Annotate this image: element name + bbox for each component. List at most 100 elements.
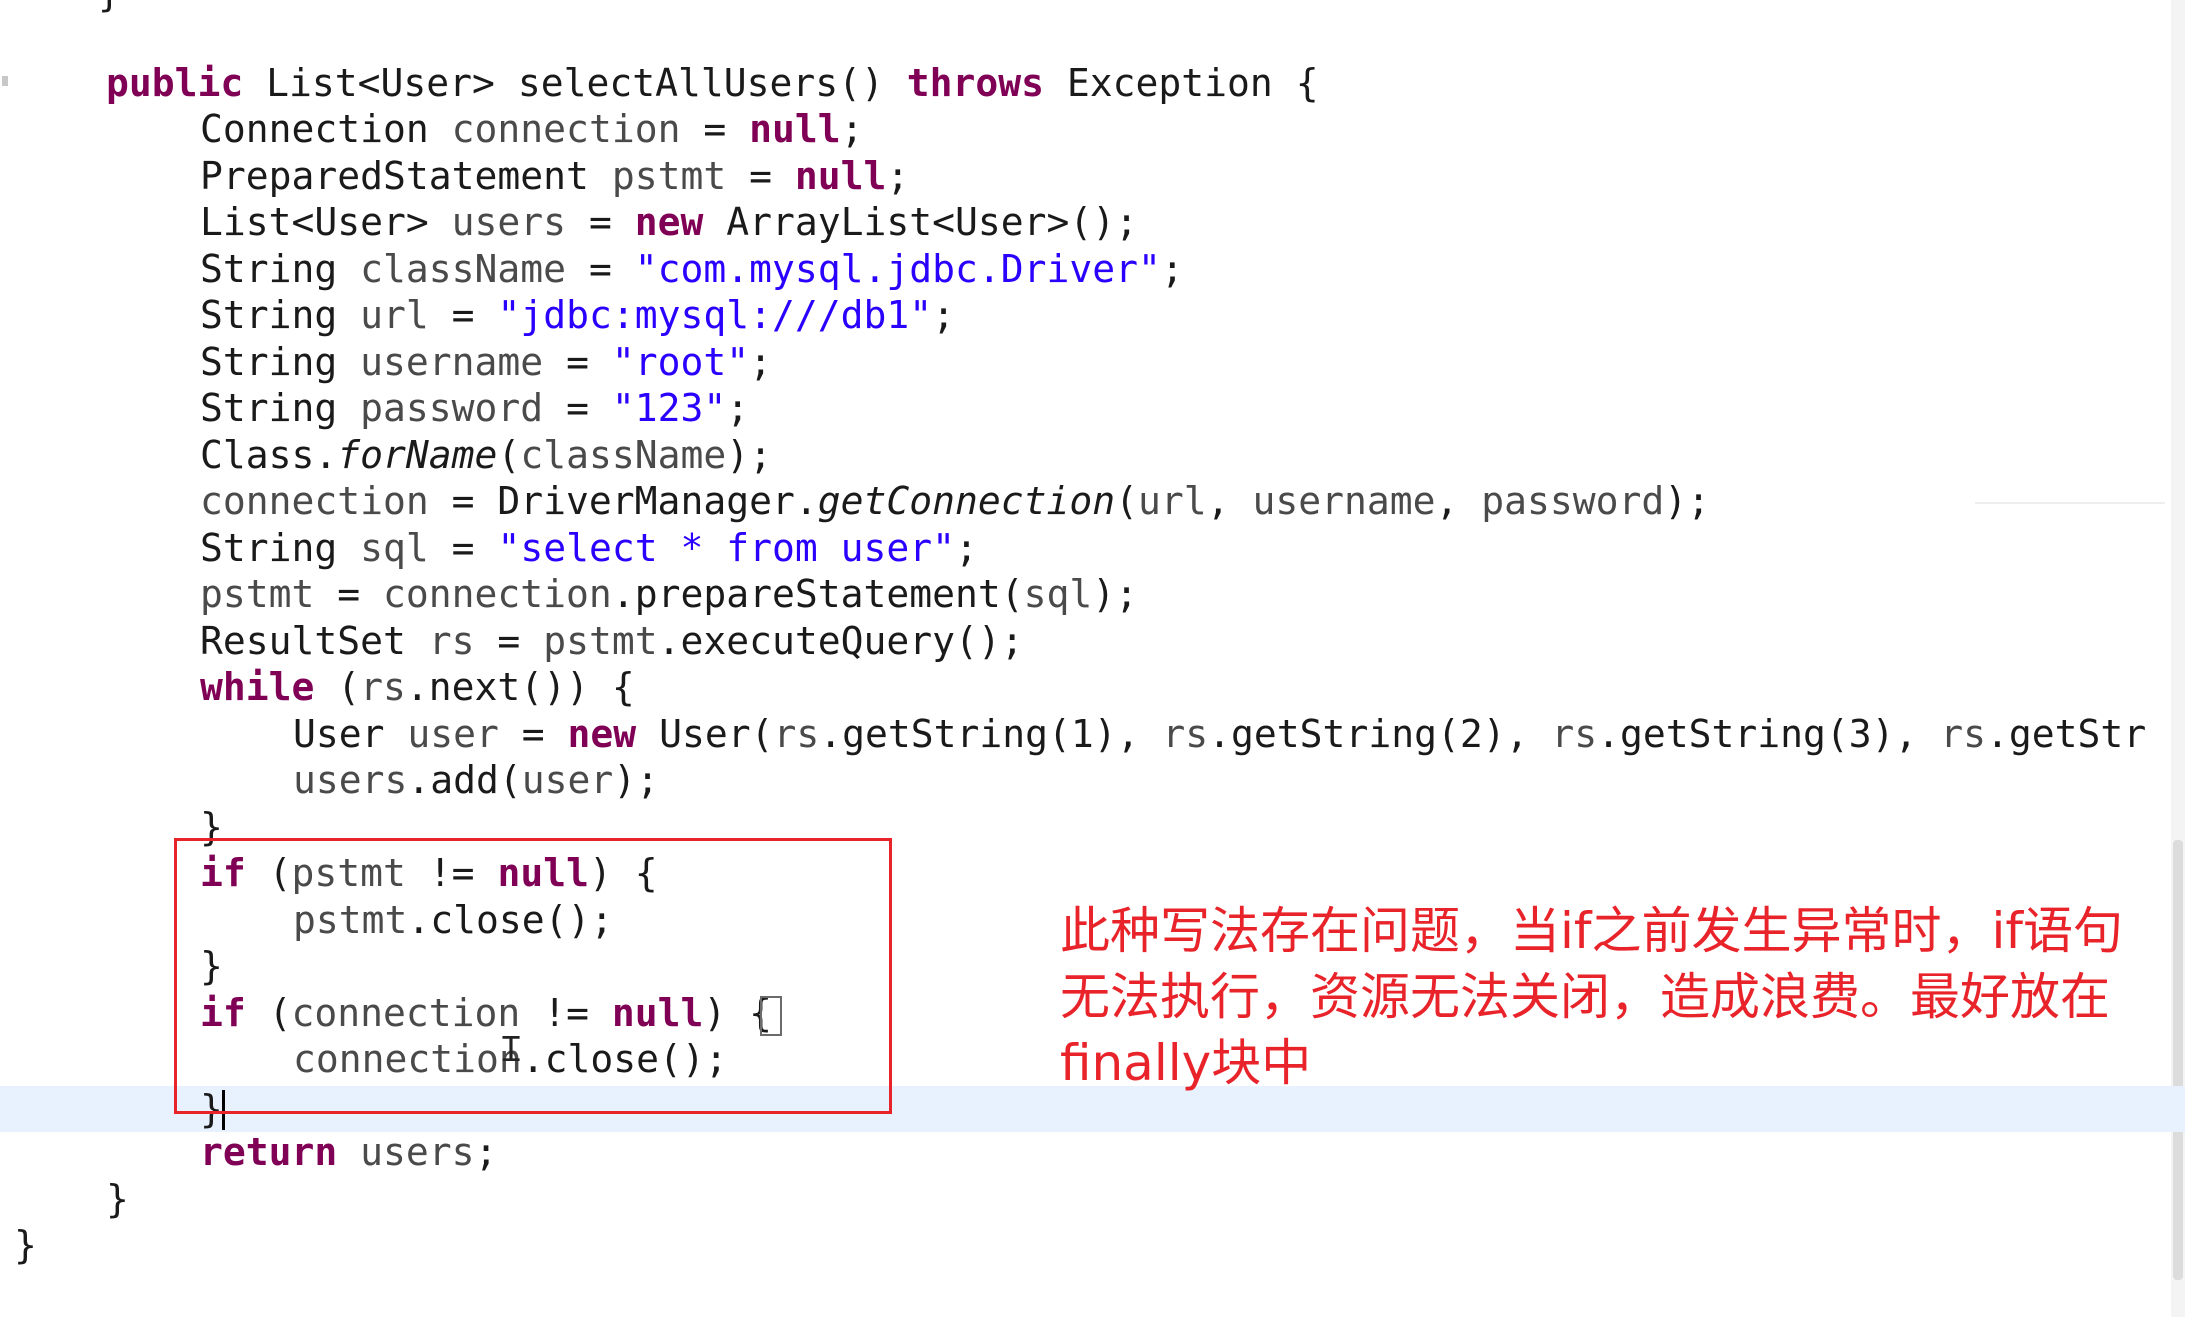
code-line: Connection connection = null; [200,106,864,152]
code-token: String [200,526,361,570]
code-token: = [543,340,612,384]
code-token: Exception { [1044,61,1319,105]
code-token: .getString(2), [1208,712,1552,756]
code-token: String [200,386,361,430]
code-token: .getString(1), [819,712,1163,756]
code-line: } [14,1222,37,1268]
annotation-line: 此种写法存在问题，当if之前发生异常时，if语句 [1060,902,2123,960]
code-token: className [360,247,567,291]
code-token: = [474,619,544,663]
code-token: ResultSet [200,619,429,663]
annotation-note: 此种写法存在问题，当if之前发生异常时，if语句 无法执行，资源无法关闭，造成浪费… [1060,898,2140,1096]
code-token: sql [360,526,429,570]
code-line: } [106,1176,129,1222]
code-token: ; [1160,247,1184,291]
code-token: } [14,1223,37,1267]
code-token: } [98,0,121,15]
code-line: } [98,0,121,16]
code-token: .executeQuery(); [657,619,1024,663]
code-token: username [1252,479,1436,523]
highlight-box [174,838,892,1114]
code-line: ResultSet rs = pstmt.executeQuery(); [200,618,1024,664]
code-token: Class. [200,433,338,477]
annotation-line: 无法执行，资源无法关闭，造成浪费。最好放在 [1060,968,2110,1026]
code-token: .getString(3), [1597,712,1941,756]
code-token: String [200,247,361,291]
code-token: "root" [611,340,750,384]
code-token: url [360,293,429,337]
code-token: .add( [407,758,522,802]
code-token: ; [726,386,750,430]
code-token: while [200,665,315,709]
code-token: ; [840,107,864,151]
code-token: new [567,712,637,756]
code-token: ; [474,1130,498,1174]
code-token: ( [1115,479,1139,523]
code-token: String [200,340,361,384]
code-token: user [407,712,499,756]
code-token: password [1481,479,1665,523]
code-token: rs [1551,712,1598,756]
code-token: } [106,1177,129,1221]
code-line: connection = DriverManager.getConnection… [200,478,1710,524]
code-token: throws [906,61,1045,105]
code-line: users.add(user); [293,757,659,803]
code-token: connection [200,479,429,523]
code-token: ArrayList<User>(); [703,200,1139,244]
code-token: List<User> selectAllUsers() [243,61,907,105]
code-token: ( [314,665,361,709]
code-token: = [428,526,498,570]
scrollbar-thumb[interactable] [2173,840,2183,1280]
code-token: users [293,758,408,802]
code-token: rs [428,619,475,663]
code-token: .getStr [1986,712,2147,756]
code-token: "jdbc:mysql:///db1" [497,293,933,337]
code-token: url [1138,479,1207,523]
code-token: = [428,293,498,337]
code-token: users [451,200,567,244]
code-token: ); [726,433,772,477]
code-token: "123" [611,386,727,430]
code-token: ; [749,340,772,384]
code-line: String username = "root"; [200,339,772,385]
code-token: ); [613,758,660,802]
annotation-line: finally块中 [1060,1034,1312,1092]
gutter-marker [2,76,8,86]
code-token: User [293,712,408,756]
code-token: ( [497,433,521,477]
code-token: , [1206,479,1253,523]
code-token: pstmt [543,619,658,663]
code-token: getConnection [817,479,1116,523]
code-token: sql [1023,572,1093,616]
code-line: PreparedStatement pstmt = null; [200,153,909,199]
code-token: rs [773,712,820,756]
code-token: ; [955,526,978,570]
code-token: null [794,154,887,198]
code-line: List<User> users = new ArrayList<User>()… [200,199,1138,245]
code-token: ); [1664,479,1711,523]
code-line: String password = "123"; [200,385,749,431]
code-token: "com.mysql.jdbc.Driver" [634,247,1161,291]
code-token: ); [1092,572,1139,616]
code-token: password [360,386,544,430]
code-token: connection [383,572,612,616]
code-token: "select * from user" [497,526,955,570]
code-token: .next()) { [405,665,635,709]
code-token: PreparedStatement [200,154,612,198]
code-token: rs [1940,712,1987,756]
code-editor[interactable]: } public List<User> selectAllUsers() thr… [0,0,2185,1317]
code-line: String url = "jdbc:mysql:///db1"; [200,292,955,338]
code-line: Class.forName(className); [200,432,772,478]
code-line: String className = "com.mysql.jdbc.Drive… [200,246,1184,292]
code-token: pstmt [200,572,315,616]
code-line: while (rs.next()) { [200,664,635,710]
divider [1975,502,2165,504]
code-line: return users; [200,1129,497,1175]
code-token: = [543,386,612,430]
code-token: username [360,340,544,384]
code-token: rs [360,665,406,709]
code-token: user [521,758,614,802]
code-line: pstmt = connection.prepareStatement(sql)… [200,571,1138,617]
code-token: pstmt [611,154,727,198]
